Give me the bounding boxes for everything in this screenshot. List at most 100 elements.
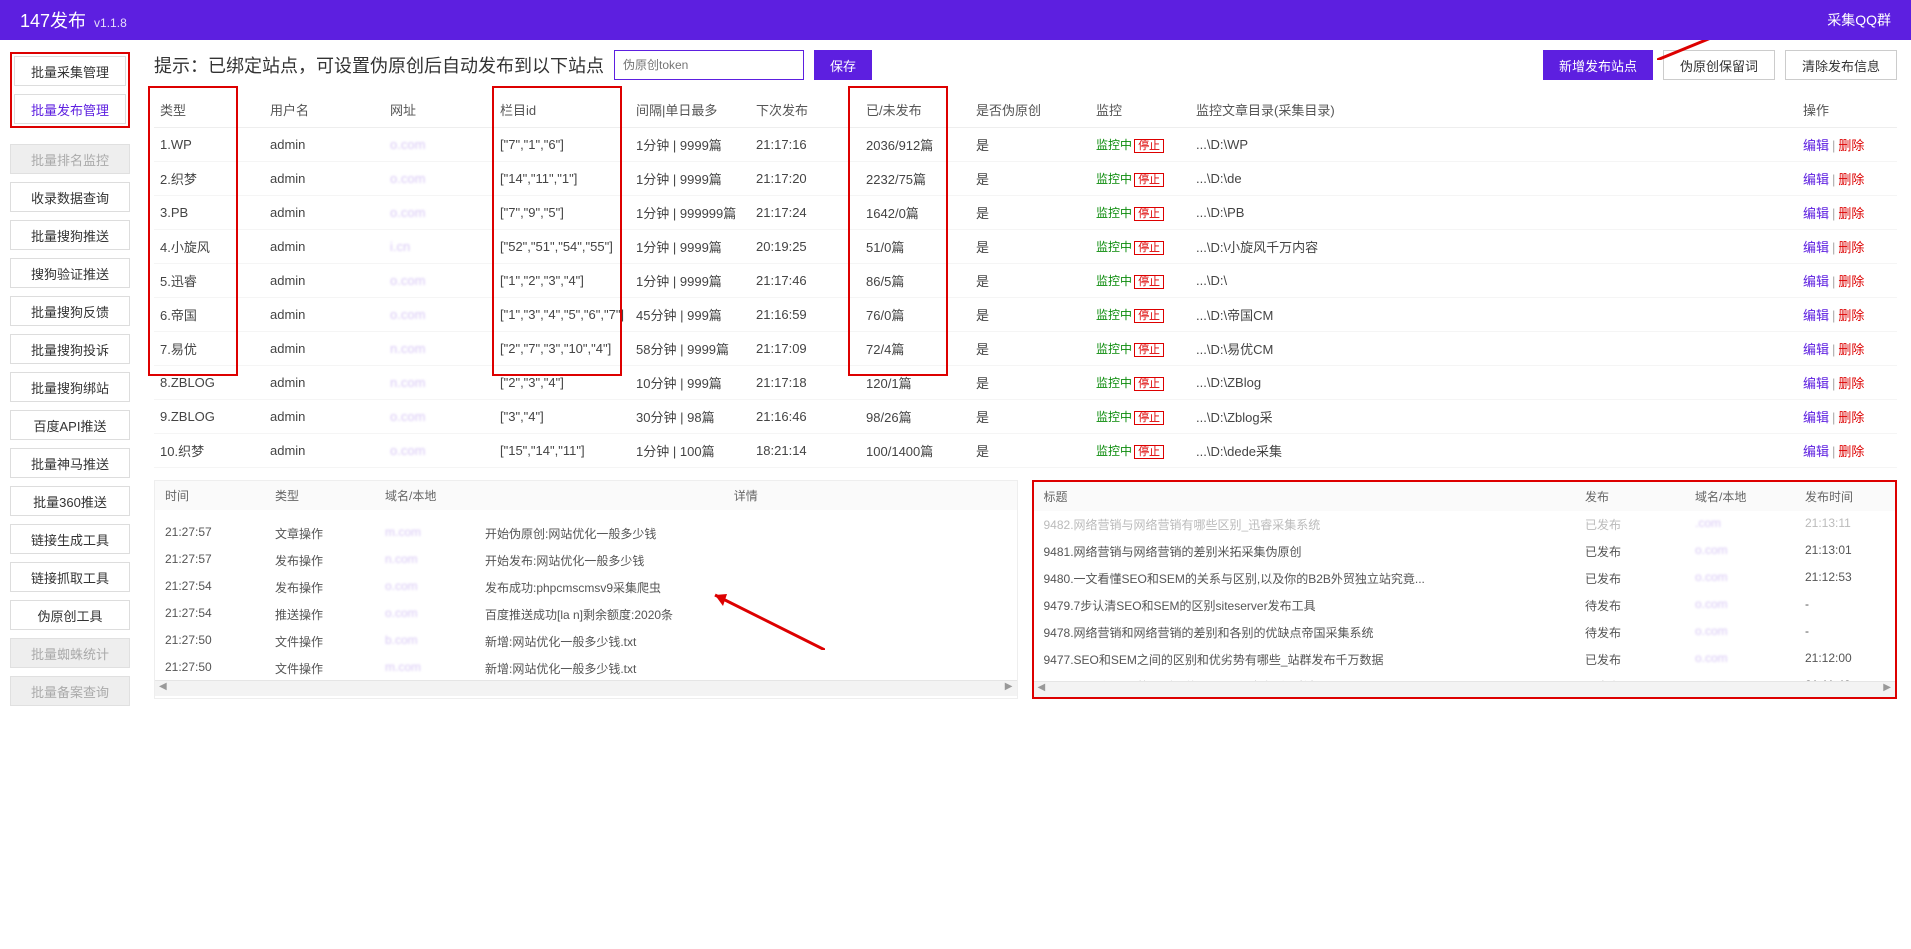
stop-button[interactable]: 停止 <box>1134 411 1164 425</box>
scrollbar-left[interactable] <box>155 680 1017 696</box>
delete-link[interactable]: 删除 <box>1838 308 1864 323</box>
log-pubtime: 21:13:11 <box>1805 516 1885 533</box>
cell-op: 编辑|删除 <box>1797 230 1897 264</box>
log-detail: 开始伪原创:网站优化一般多少钱 <box>485 525 1007 542</box>
stop-button[interactable]: 停止 <box>1134 445 1164 459</box>
delete-link[interactable]: 删除 <box>1838 138 1864 153</box>
sidebar-item[interactable]: 伪原创工具 <box>10 600 130 630</box>
edit-link[interactable]: 编辑 <box>1803 172 1829 187</box>
edit-link[interactable]: 编辑 <box>1803 138 1829 153</box>
cell-dir: ...\D:\ZBlog <box>1190 366 1797 400</box>
edit-link[interactable]: 编辑 <box>1803 308 1829 323</box>
sidebar-item[interactable]: 链接抓取工具 <box>10 562 130 592</box>
sidebar-item[interactable]: 搜狗验证推送 <box>10 258 130 288</box>
stop-button[interactable]: 停止 <box>1134 309 1164 323</box>
stop-button[interactable]: 停止 <box>1134 207 1164 221</box>
log-row: 9476.SEO和SEM的区别是什么_discuz发布千万数据已发布o.com2… <box>1034 673 1896 681</box>
delete-link[interactable]: 删除 <box>1838 240 1864 255</box>
delete-link[interactable]: 删除 <box>1838 376 1864 391</box>
sidebar-item[interactable]: 批量搜狗投诉 <box>10 334 130 364</box>
sidebar-item: 批量蜘蛛统计 <box>10 638 130 668</box>
delete-link[interactable]: 删除 <box>1838 342 1864 357</box>
sidebar-item[interactable]: 批量搜狗绑站 <box>10 372 130 402</box>
edit-link[interactable]: 编辑 <box>1803 376 1829 391</box>
cell-dir: ...\D:\ <box>1190 264 1797 298</box>
delete-link[interactable]: 删除 <box>1838 206 1864 221</box>
cell-url: o.com <box>384 264 494 298</box>
stop-button[interactable]: 停止 <box>1134 275 1164 289</box>
reserve-words-button[interactable]: 伪原创保留词 <box>1663 50 1775 80</box>
sidebar-item[interactable]: 链接生成工具 <box>10 524 130 554</box>
edit-link[interactable]: 编辑 <box>1803 342 1829 357</box>
edit-link[interactable]: 编辑 <box>1803 206 1829 221</box>
cell-interval: 30分钟 | 98篇 <box>630 400 750 434</box>
edit-link[interactable]: 编辑 <box>1803 444 1829 459</box>
cell-fake: 是 <box>970 162 1090 196</box>
cell-interval: 45分钟 | 999篇 <box>630 298 750 332</box>
log-left-col-time: 时间 <box>165 487 275 504</box>
log-detail: 开始发布:网站优化一般多少钱 <box>485 552 1007 569</box>
sidebar-item[interactable]: 收录数据查询 <box>10 182 130 212</box>
cell-interval: 1分钟 | 9999篇 <box>630 128 750 162</box>
sidebar-item[interactable]: 批量搜狗反馈 <box>10 296 130 326</box>
log-pubtime: - <box>1805 597 1885 614</box>
log-left-body[interactable]: 21:27:57文章操作m.com开始伪原创:网站优化一般多少钱21:27:57… <box>155 510 1017 680</box>
cell-monitor: 监控中停止 <box>1090 162 1190 196</box>
log-domain: b.com <box>385 633 485 650</box>
cell-op: 编辑|删除 <box>1797 264 1897 298</box>
log-pub: 待发布 <box>1585 597 1695 614</box>
scrollbar-right[interactable] <box>1034 681 1896 697</box>
token-input[interactable] <box>614 50 804 80</box>
log-detail: 发布成功:phpcmscmsv9采集爬虫 <box>485 579 1007 596</box>
save-button[interactable]: 保存 <box>814 50 872 80</box>
stop-button[interactable]: 停止 <box>1134 377 1164 391</box>
delete-link[interactable]: 删除 <box>1838 172 1864 187</box>
sidebar-item[interactable]: 批量360推送 <box>10 486 130 516</box>
stop-button[interactable]: 停止 <box>1134 139 1164 153</box>
cell-pub: 2232/75篇 <box>860 162 970 196</box>
log-row: 9481.网络营销与网络营销的差别米拓采集伪原创已发布o.com21:13:01 <box>1034 538 1896 565</box>
stop-button[interactable]: 停止 <box>1134 343 1164 357</box>
add-site-button[interactable]: 新增发布站点 <box>1543 50 1653 80</box>
delete-link[interactable]: 删除 <box>1838 274 1864 289</box>
cell-next: 21:17:20 <box>750 162 860 196</box>
cell-fake: 是 <box>970 264 1090 298</box>
log-panel-left: 时间 类型 域名/本地 详情 21:27:57文章操作m.com开始伪原创:网站… <box>154 480 1018 699</box>
cell-type: 10.织梦 <box>154 434 264 468</box>
sidebar-item-publish[interactable]: 批量发布管理 <box>14 94 126 124</box>
stop-button[interactable]: 停止 <box>1134 241 1164 255</box>
cell-user: admin <box>264 162 384 196</box>
log-time: 21:27:50 <box>165 660 275 677</box>
cell-op: 编辑|删除 <box>1797 196 1897 230</box>
cell-url: n.com <box>384 332 494 366</box>
cell-url: o.com <box>384 162 494 196</box>
log-pubtime: - <box>1805 624 1885 641</box>
stop-button[interactable]: 停止 <box>1134 173 1164 187</box>
edit-link[interactable]: 编辑 <box>1803 410 1829 425</box>
cell-fake: 是 <box>970 230 1090 264</box>
log-right-body[interactable]: 9482.网络营销与网络营销有哪些区别_迅睿采集系统已发布.com21:13:1… <box>1034 511 1896 681</box>
delete-link[interactable]: 删除 <box>1838 444 1864 459</box>
cell-type: 4.小旋风 <box>154 230 264 264</box>
log-right-header: 标题 发布 域名/本地 发布时间 <box>1034 482 1896 511</box>
log-type: 推送操作 <box>275 606 385 623</box>
cell-dir: ...\D:\帝国CM <box>1190 298 1797 332</box>
qq-group-link[interactable]: 采集QQ群 <box>1827 12 1891 28</box>
cell-colid: ["7","9","5"] <box>494 196 630 230</box>
cell-op: 编辑|删除 <box>1797 162 1897 196</box>
cell-monitor: 监控中停止 <box>1090 298 1190 332</box>
edit-link[interactable]: 编辑 <box>1803 274 1829 289</box>
cell-dir: ...\D:\de <box>1190 162 1797 196</box>
sidebar-item-collect[interactable]: 批量采集管理 <box>14 56 126 86</box>
sidebar-item[interactable]: 百度API推送 <box>10 410 130 440</box>
delete-link[interactable]: 删除 <box>1838 410 1864 425</box>
sidebar-item[interactable]: 批量搜狗推送 <box>10 220 130 250</box>
cell-type: 2.织梦 <box>154 162 264 196</box>
sidebar-item[interactable]: 批量神马推送 <box>10 448 130 478</box>
cell-user: admin <box>264 230 384 264</box>
cell-interval: 1分钟 | 9999篇 <box>630 162 750 196</box>
log-title: 9479.7步认清SEO和SEM的区别siteserver发布工具 <box>1044 597 1586 614</box>
edit-link[interactable]: 编辑 <box>1803 240 1829 255</box>
clear-publish-button[interactable]: 清除发布信息 <box>1785 50 1897 80</box>
log-left-header: 时间 类型 域名/本地 详情 <box>155 481 1017 510</box>
